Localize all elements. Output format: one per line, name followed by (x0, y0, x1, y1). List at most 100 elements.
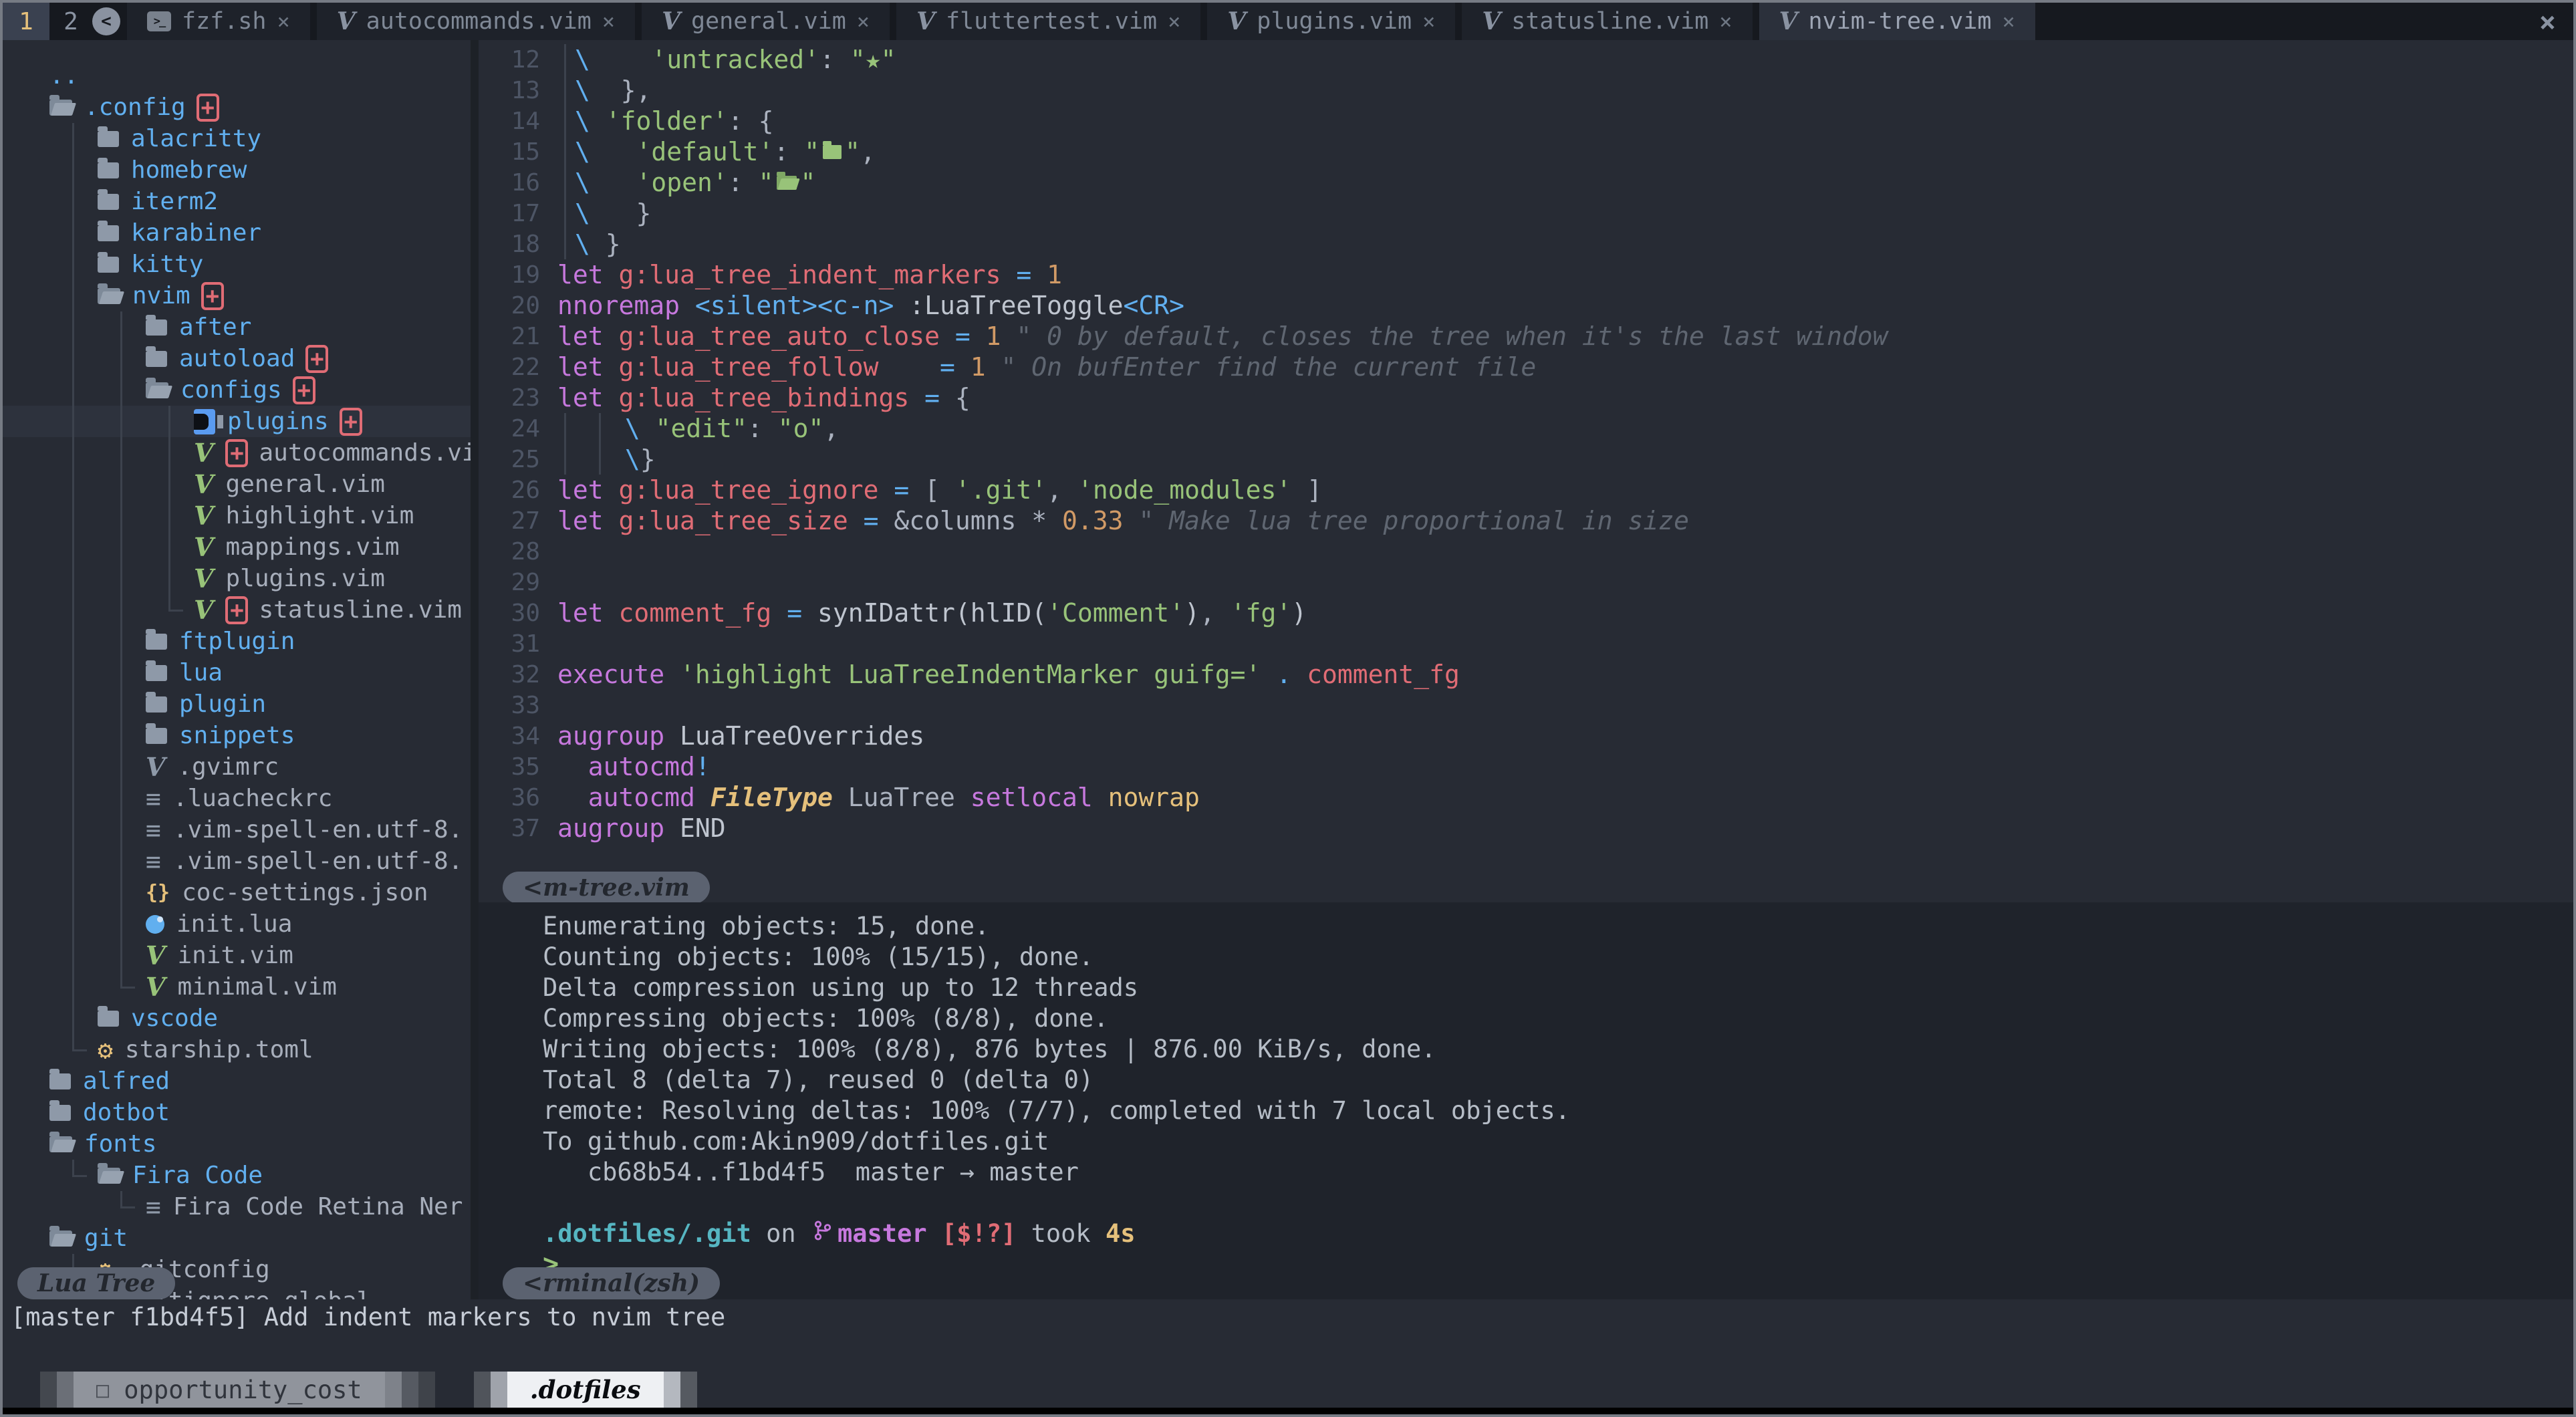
tab-nvim-tree.vim[interactable]: Vnvim-tree.vim× (1759, 3, 2035, 40)
tree-item-autocommands.vim[interactable]: V+autocommands.vim (3, 437, 471, 469)
tree-item-label: configs (180, 376, 282, 404)
line-number: 31 (479, 630, 557, 658)
indent-guide (49, 940, 98, 971)
tree-item-starship.toml[interactable]: ⚙starship.toml (3, 1034, 471, 1065)
tree-item-kitty[interactable]: kitty (3, 249, 471, 280)
tree-item-statusline.vim[interactable]: V+statusline.vim (3, 594, 471, 626)
folder-icon (146, 665, 167, 681)
tree-item-label: starship.toml (125, 1036, 313, 1063)
tree-item-vscode[interactable]: vscode (3, 1003, 471, 1034)
indent-guide (49, 123, 98, 154)
tree-item-label: highlight.vim (225, 502, 414, 529)
tree-item-after[interactable]: after (3, 311, 471, 343)
tree-item-ftplugin[interactable]: ftplugin (3, 626, 471, 657)
tree-item-label: plugins.vim (225, 565, 384, 592)
tmux-window-2-indicator[interactable]: 2 (49, 3, 92, 40)
tab-general.vim[interactable]: Vgeneral.vim× (642, 3, 890, 40)
tree-item-highlight.vim[interactable]: Vhighlight.vim (3, 500, 471, 531)
tree-item-label: .gvimrc (177, 753, 279, 781)
tree-item-configs[interactable]: configs+ (3, 374, 471, 406)
editor-pane[interactable]: 12\ 'untracked': "★"13\ },14\ 'folder': … (479, 40, 2573, 902)
close-icon[interactable]: × (2002, 9, 2015, 34)
tree-item-lua[interactable]: lua (3, 657, 471, 688)
tree-item-mappings.vim[interactable]: Vmappings.vim (3, 531, 471, 563)
line-number: 21 (479, 323, 557, 350)
tree-item-.config[interactable]: .config+ (3, 92, 471, 123)
code-token: g:lua_tree_bindings (619, 383, 910, 412)
code-token (680, 291, 695, 320)
code-token: , (1200, 598, 1231, 628)
folder-icon (146, 319, 167, 336)
indent-guide (146, 531, 194, 563)
tab-plugins.vim[interactable]: Vplugins.vim× (1207, 3, 1455, 40)
tree-item-.luacheckrc[interactable]: ≡.luacheckrc (3, 783, 471, 814)
tree-item-alacritty[interactable]: alacritty (3, 123, 471, 154)
tree-item-label: homebrew (131, 156, 247, 184)
tmux-window-opportunity-cost[interactable]: □ opportunity_cost (40, 1372, 435, 1408)
close-icon[interactable]: × (602, 9, 615, 34)
code-token: let (557, 475, 604, 505)
close-icon[interactable]: × (857, 9, 870, 34)
tree-item-general.vim[interactable]: Vgeneral.vim (3, 469, 471, 500)
close-icon[interactable]: × (1719, 9, 1732, 34)
vim-icon: V (1779, 7, 1798, 35)
code-token (664, 721, 680, 751)
terminal-pane[interactable]: Enumerating objects: 15, done.Counting o… (479, 902, 2573, 1299)
tree-item-minimal.vim[interactable]: Vminimal.vim (3, 971, 471, 1003)
tree-item-.gvimrc[interactable]: V.gvimrc (3, 751, 471, 783)
tree-item-nvim[interactable]: nvim+ (3, 280, 471, 311)
tab-statusline.vim[interactable]: Vstatusline.vim× (1462, 3, 1752, 40)
code-token: g:lua_tree_indent_markers (619, 260, 1001, 289)
tree-item-fonts[interactable]: fonts (3, 1128, 471, 1160)
tree-item-.vim-spell-en.utf-8.[interactable]: ≡.vim-spell-en.utf-8. (3, 814, 471, 846)
tree-item-homebrew[interactable]: homebrew (3, 154, 471, 186)
close-icon[interactable]: × (1168, 9, 1180, 34)
folder-icon (98, 194, 119, 210)
tree-item-Fira-Code[interactable]: Fira Code (3, 1160, 471, 1191)
back-arrow-icon[interactable]: < (92, 7, 120, 35)
indent-guide (98, 908, 146, 940)
git-unstaged-badge: + (197, 94, 219, 122)
tree-item-..[interactable]: .. (3, 60, 471, 92)
tree-item-plugins[interactable]: plugins+ (3, 406, 471, 437)
terminal-cursor-line[interactable]: > (479, 1249, 2573, 1279)
tab-autocommands.vim[interactable]: Vautocommands.vim× (317, 3, 635, 40)
tree-item-git[interactable]: git (3, 1222, 471, 1254)
code-token: = (940, 352, 955, 382)
tree-item-iterm2[interactable]: iterm2 (3, 186, 471, 217)
tab-fzf.sh[interactable]: >_fzf.sh× (127, 3, 310, 40)
tree-item-coc-settings.json[interactable]: {}coc-settings.json (3, 877, 471, 908)
tree-item-init.vim[interactable]: Vinit.vim (3, 940, 471, 971)
tree-item-.vim-spell-en.utf-8.[interactable]: ≡.vim-spell-en.utf-8. (3, 846, 471, 877)
folder-open-icon (49, 100, 72, 116)
code-token: 'folder' (606, 106, 728, 136)
tree-item-dotbot[interactable]: dotbot (3, 1097, 471, 1128)
indent-guide (98, 469, 146, 500)
indent-guide (98, 783, 146, 814)
line-number: 19 (479, 261, 557, 289)
tree-item-Fira-Code-Retina-Ner[interactable]: ≡Fira Code Retina Ner (3, 1191, 471, 1222)
tree-item-snippets[interactable]: snippets (3, 720, 471, 751)
tab-fluttertest.vim[interactable]: Vfluttertest.vim× (896, 3, 1200, 40)
indent-guide (49, 437, 98, 469)
tree-item-karabiner[interactable]: karabiner (3, 217, 471, 249)
tree-item-plugin[interactable]: plugin (3, 688, 471, 720)
tree-item-label: plugin (179, 690, 266, 718)
line-number: 35 (479, 753, 557, 781)
close-icon[interactable]: × (277, 9, 289, 34)
code-token: 'Comment' (1047, 598, 1184, 628)
folder-glyph (823, 145, 842, 159)
code-token: ] (1291, 475, 1322, 505)
tmux-window-1-indicator[interactable]: 1 (3, 3, 49, 40)
line-number: 34 (479, 723, 557, 750)
tree-item-autoload[interactable]: autoload+ (3, 343, 471, 374)
tree-item-init.lua[interactable]: init.lua (3, 908, 471, 940)
close-icon[interactable]: × (2522, 3, 2573, 40)
lines-icon: ≡ (146, 817, 161, 843)
code-token: } (640, 444, 656, 474)
close-icon[interactable]: × (1422, 9, 1435, 34)
tmux-window-dotfiles[interactable]: .dotfiles (474, 1372, 697, 1408)
tree-item-alfred[interactable]: alfred (3, 1065, 471, 1097)
tree-item-plugins.vim[interactable]: Vplugins.vim (3, 563, 471, 594)
indent-guide (557, 75, 575, 106)
